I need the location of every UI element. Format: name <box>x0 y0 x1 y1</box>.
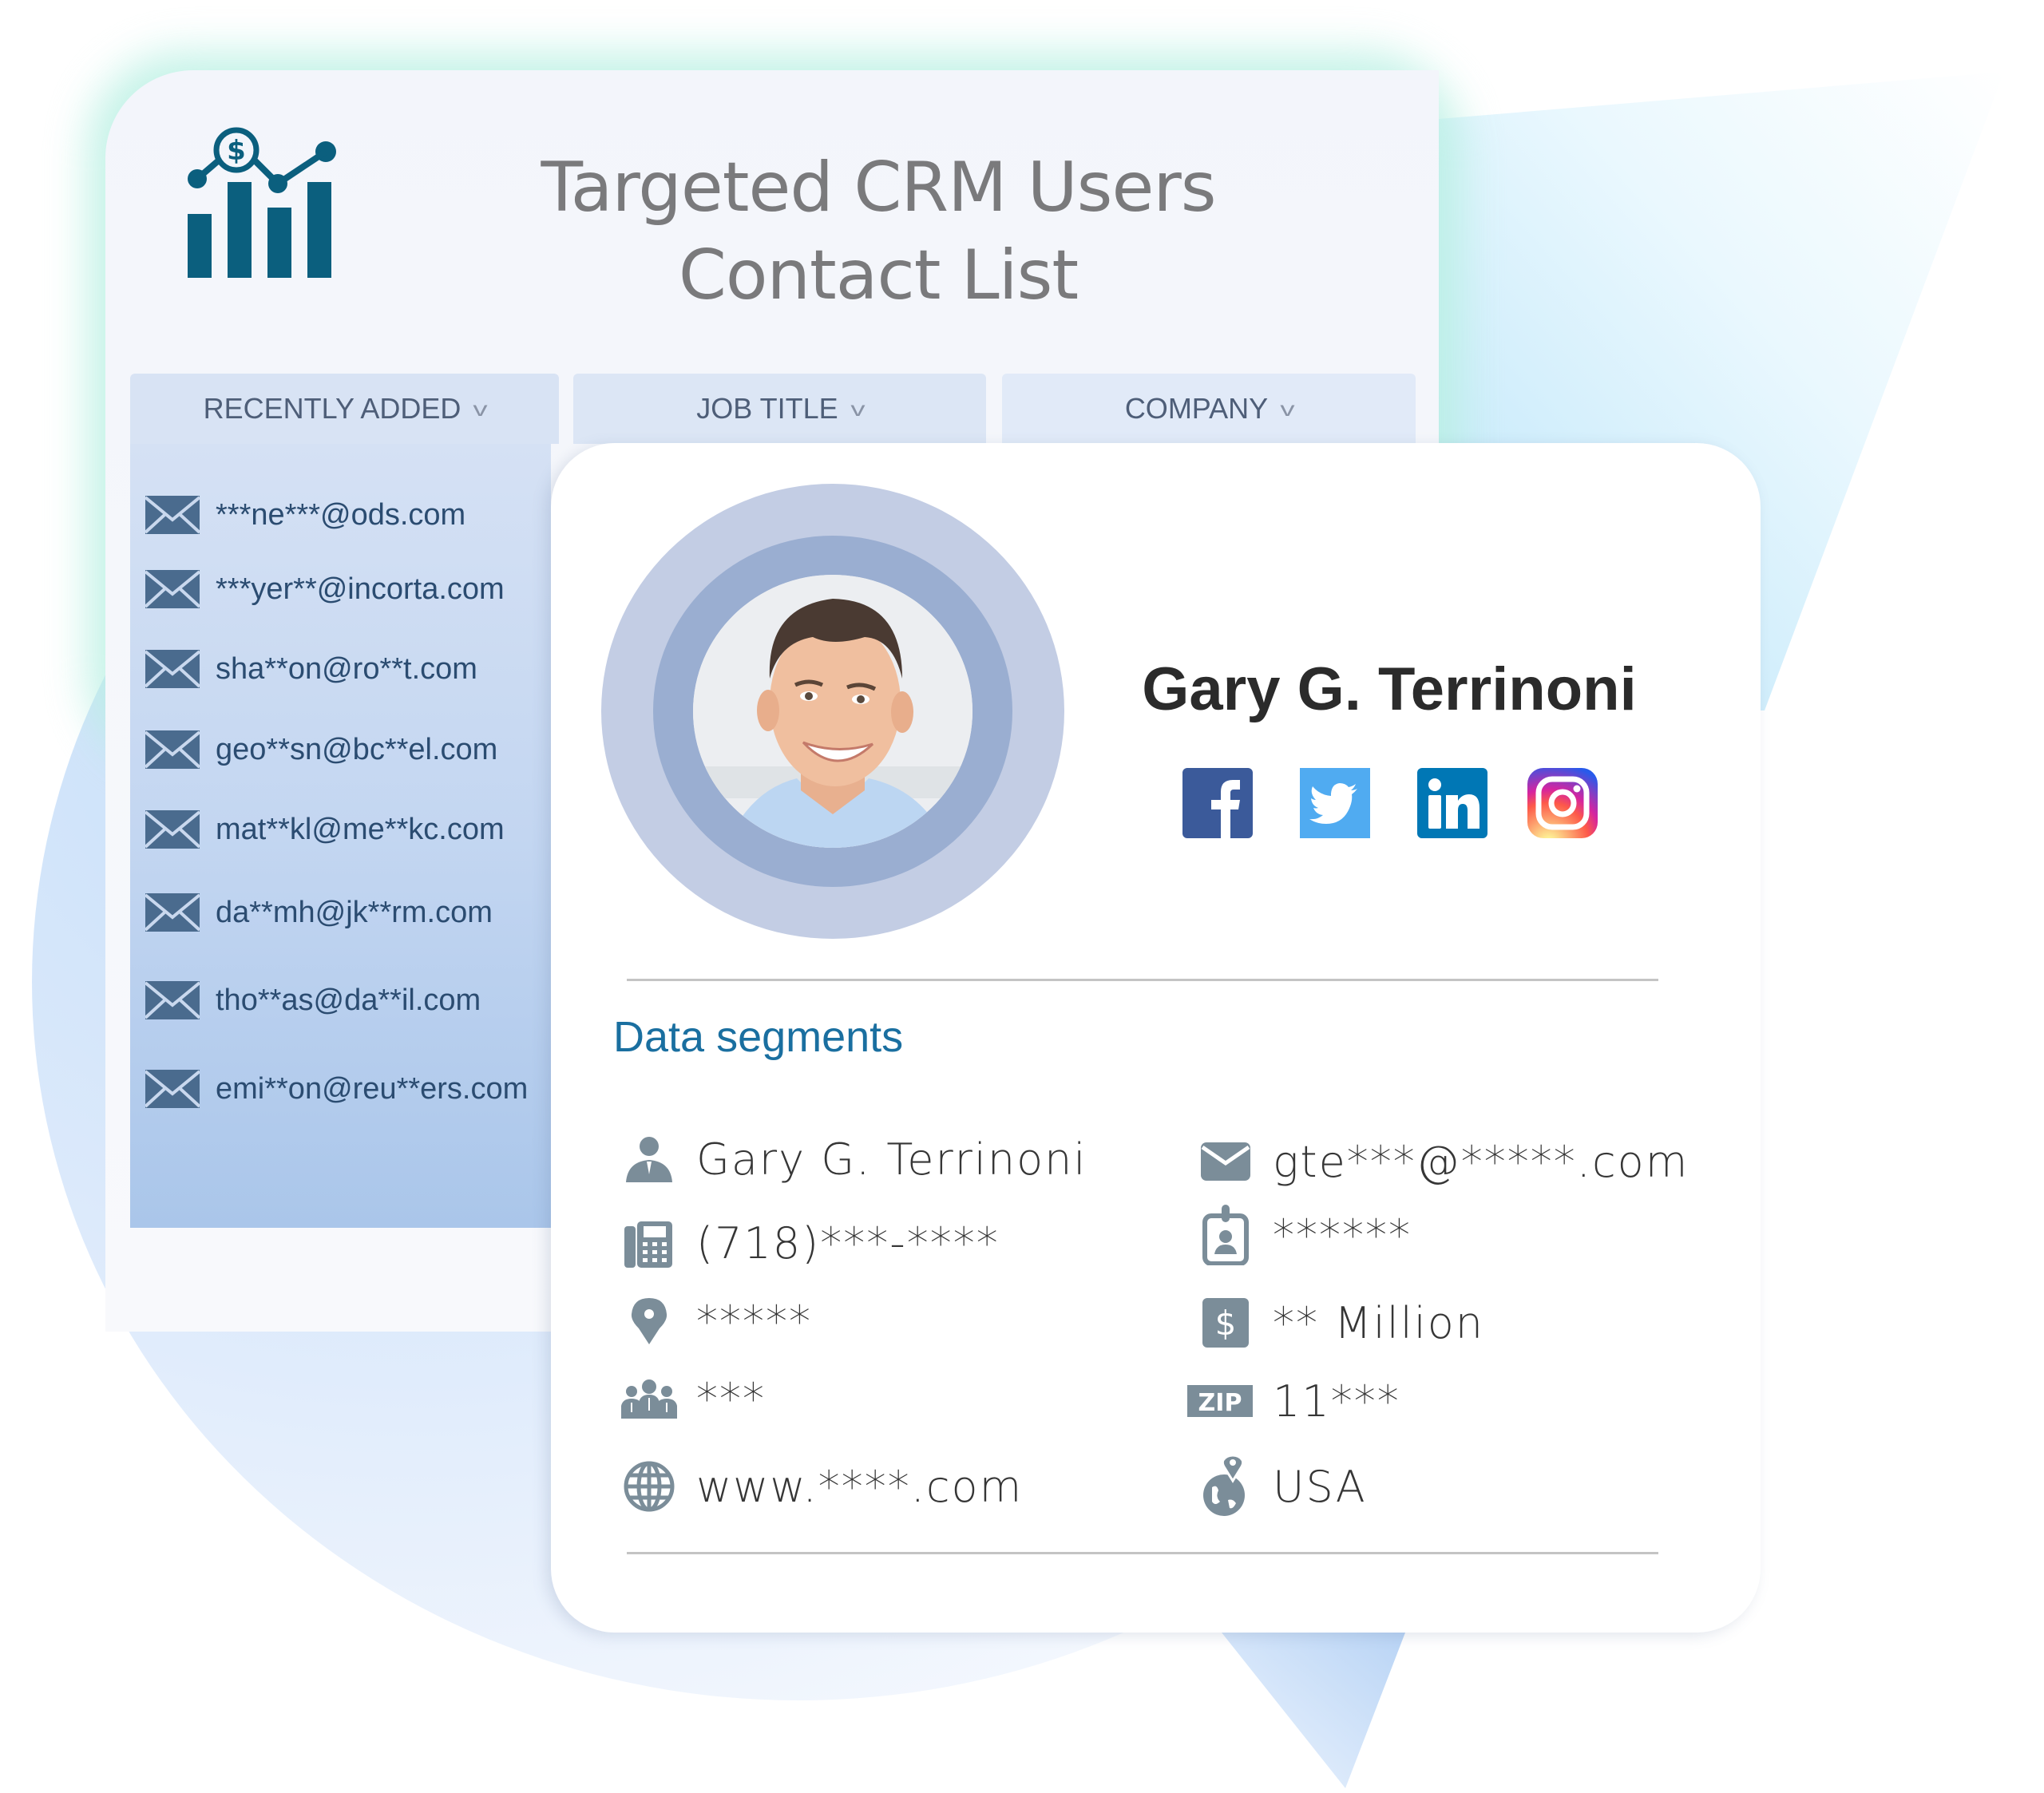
facebook-link[interactable] <box>1182 768 1253 838</box>
linkedin-icon <box>1428 778 1480 829</box>
segment-zip: ZIP 11*** <box>1187 1369 1400 1433</box>
list-item[interactable]: da**mh@jk**rm.com <box>145 889 493 936</box>
segment-job-title: ****** <box>1198 1203 1412 1267</box>
avatar <box>693 575 972 848</box>
chevron-down-icon: v <box>850 396 866 421</box>
envelope-icon <box>145 730 200 769</box>
svg-text:$: $ <box>1215 1304 1237 1343</box>
title-line-2: Contact List <box>678 236 1079 315</box>
list-item[interactable]: ***ne***@ods.com <box>145 491 465 539</box>
segment-value: (718)***-**** <box>696 1217 1000 1269</box>
tab-company[interactable]: COMPANY v <box>1002 374 1416 444</box>
svg-text:$: $ <box>227 135 246 167</box>
segment-value: USA <box>1273 1461 1367 1512</box>
twitter-link[interactable] <box>1300 768 1370 838</box>
divider <box>627 979 1658 981</box>
tab-label: COMPANY <box>1124 392 1269 425</box>
email-address: tho**as@da**il.com <box>216 983 481 1017</box>
email-address: emi**on@reu**ers.com <box>216 1071 529 1106</box>
envelope-icon <box>145 1070 200 1108</box>
list-item[interactable]: emi**on@reu**ers.com <box>145 1065 528 1113</box>
email-address: ***yer**@incorta.com <box>216 572 505 606</box>
segment-email: gte***@*****.com <box>1198 1130 1689 1193</box>
envelope-icon <box>145 810 200 849</box>
chevron-down-icon: v <box>1280 396 1295 421</box>
envelope-icon <box>145 650 200 688</box>
id-badge-icon <box>1198 1205 1254 1265</box>
envelope-icon <box>145 496 200 534</box>
segment-name: Gary G. Terrinoni <box>621 1127 1087 1191</box>
zip-icon: ZIP <box>1186 1373 1254 1429</box>
email-address: sha**on@ro**t.com <box>216 651 477 686</box>
tab-label: JOB TITLE <box>696 392 838 425</box>
chart-dollar-icon: $ <box>188 127 336 278</box>
segment-employees: *** <box>621 1367 766 1431</box>
person-icon <box>621 1131 677 1187</box>
linkedin-link[interactable] <box>1417 768 1487 838</box>
instagram-link[interactable] <box>1527 768 1598 838</box>
segment-value: *** <box>696 1373 766 1424</box>
list-item[interactable]: mat**kl@me**kc.com <box>145 805 505 853</box>
twitter-icon <box>1309 783 1357 824</box>
segment-location: ***** <box>621 1289 812 1353</box>
segment-value: www.****.com <box>696 1461 1024 1512</box>
email-address: geo**sn@bc**el.com <box>216 732 498 766</box>
segment-value: 11*** <box>1273 1375 1400 1427</box>
segment-phone: (718)***-**** <box>621 1211 1000 1275</box>
email-address: ***ne***@ods.com <box>216 497 466 532</box>
speech-pointer <box>1222 1633 1405 1788</box>
data-segments-heading: Data segments <box>613 1013 904 1061</box>
chevron-down-icon: v <box>473 396 488 421</box>
email-address: da**mh@jk**rm.com <box>216 895 493 929</box>
location-pin-icon <box>621 1293 677 1349</box>
segment-country: USA <box>1198 1455 1367 1518</box>
phone-fax-icon <box>621 1215 677 1271</box>
svg-text:ZIP: ZIP <box>1198 1389 1242 1417</box>
envelope-icon <box>145 570 200 608</box>
envelope-icon <box>145 893 200 932</box>
page-title: Targeted CRM Users Contact List <box>479 144 1278 319</box>
divider <box>627 1552 1658 1554</box>
tab-job-title[interactable]: JOB TITLE v <box>573 374 986 444</box>
globe-icon <box>621 1459 677 1514</box>
facebook-icon <box>1211 780 1240 838</box>
envelope-icon <box>145 981 200 1019</box>
email-address: mat**kl@me**kc.com <box>216 812 505 846</box>
tab-label: RECENTLY ADDED <box>203 392 461 425</box>
tab-recently-added[interactable]: RECENTLY ADDED v <box>130 374 559 444</box>
instagram-icon <box>1535 776 1590 830</box>
list-item[interactable]: sha**on@ro**t.com <box>145 645 477 693</box>
segment-website: www.****.com <box>621 1455 1023 1518</box>
segment-value: Gary G. Terrinoni <box>696 1134 1087 1185</box>
dollar-icon: $ <box>1198 1295 1254 1351</box>
envelope-icon <box>1198 1134 1254 1189</box>
segment-value: ****** <box>1273 1209 1412 1261</box>
list-item[interactable]: tho**as@da**il.com <box>145 976 481 1024</box>
segment-value: ** Million <box>1273 1297 1485 1348</box>
avatar-portrait <box>693 575 972 848</box>
segment-value: ***** <box>696 1296 812 1347</box>
profile-name: Gary G. Terrinoni <box>1142 655 1637 723</box>
segment-revenue: $ ** Million <box>1198 1291 1484 1355</box>
team-icon <box>621 1371 677 1427</box>
list-item[interactable]: ***yer**@incorta.com <box>145 565 505 613</box>
list-item[interactable]: geo**sn@bc**el.com <box>145 726 497 774</box>
globe-pin-icon <box>1198 1455 1254 1516</box>
title-line-1: Targeted CRM Users <box>541 148 1216 228</box>
segment-value: gte***@*****.com <box>1273 1136 1689 1187</box>
